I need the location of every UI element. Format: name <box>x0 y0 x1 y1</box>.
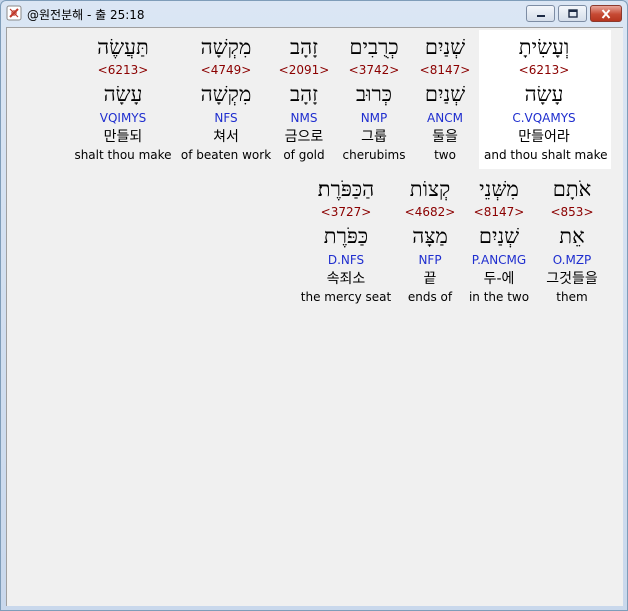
korean-gloss: 쳐서 <box>213 129 239 145</box>
korean-gloss: 만들되 <box>103 129 143 145</box>
hebrew-word: מִקְשָׁה <box>200 35 252 59</box>
morphology-code: VQIMYS <box>99 111 147 125</box>
close-icon <box>601 8 611 19</box>
hebrew-lemma: מִקְשָׁה <box>200 82 252 106</box>
strong-number: <6213> <box>97 63 149 77</box>
korean-gloss: 속죄소 <box>326 271 366 287</box>
hebrew-word: הַכַּפֹּרֶת׃ <box>317 177 375 201</box>
minimize-icon <box>536 14 545 17</box>
english-gloss: the mercy seat <box>300 290 392 304</box>
minimize-button[interactable] <box>526 5 555 22</box>
maximize-button[interactable] <box>558 5 587 22</box>
english-gloss: of beaten work <box>180 148 272 162</box>
title-bar[interactable]: @원전분해 - 출 25:18 <box>1 1 627 27</box>
morphology-code: D.NFS <box>327 253 365 267</box>
hebrew-lemma: עָשָׂה <box>103 82 143 106</box>
morphology-code: NFS <box>214 111 238 125</box>
hebrew-word: תַּעֲשֶׂה <box>97 35 149 59</box>
hebrew-lemma: כַּפֹּרֶת <box>323 224 369 248</box>
strong-number: <4749> <box>200 63 252 77</box>
english-gloss: shalt thou make <box>74 148 172 162</box>
maximize-icon <box>567 8 578 18</box>
strong-number: <3727> <box>320 205 372 219</box>
app-icon[interactable] <box>6 5 22 21</box>
close-button[interactable] <box>590 5 622 22</box>
app-window: @원전분해 - 출 25:18 וְעָשִׂיתָ <6213> עָשָׂה… <box>0 0 628 611</box>
window-title: @원전분해 - 출 25:18 <box>27 8 145 22</box>
